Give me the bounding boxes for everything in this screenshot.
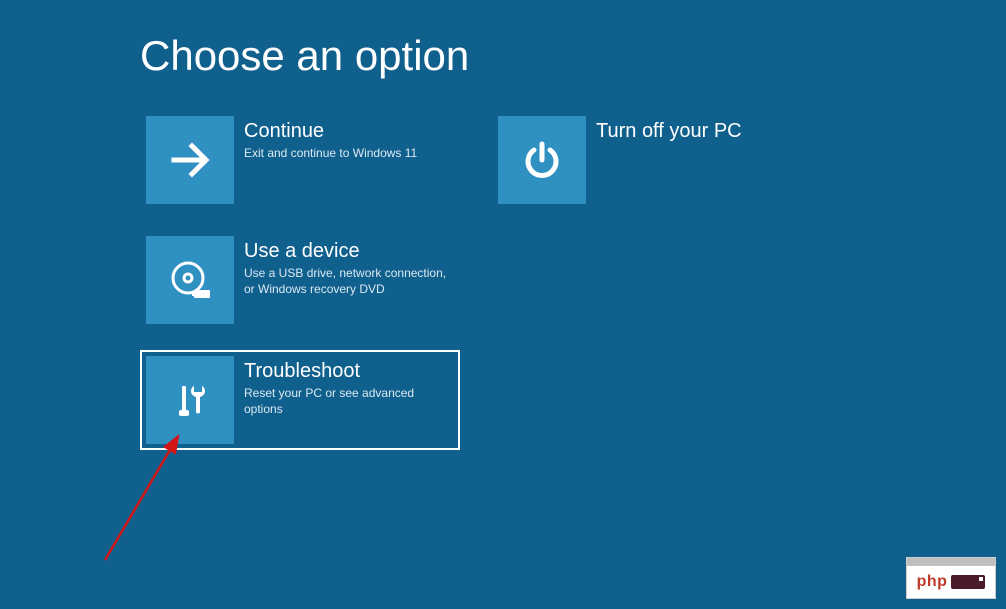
option-description: Reset your PC or see advanced options <box>244 386 454 417</box>
annotation-arrow-icon <box>95 430 215 570</box>
power-icon <box>498 116 586 204</box>
option-text: Turn off your PC <box>586 116 742 146</box>
watermark-pill-icon <box>951 575 985 589</box>
option-text: Use a device Use a USB drive, network co… <box>234 236 454 297</box>
option-text: Troubleshoot Reset your PC or see advanc… <box>234 356 454 417</box>
tools-icon <box>146 356 234 444</box>
watermark-text: php <box>917 573 948 591</box>
option-text: Continue Exit and continue to Windows 11 <box>234 116 417 162</box>
watermark-badge: php <box>906 557 996 599</box>
options-grid: Continue Exit and continue to Windows 11… <box>140 110 1006 450</box>
option-title: Use a device <box>244 240 454 262</box>
option-title: Troubleshoot <box>244 360 454 382</box>
recovery-options-screen: Choose an option Continue Exit and conti… <box>0 0 1006 450</box>
option-turn-off[interactable]: Turn off your PC <box>492 110 812 210</box>
arrow-right-icon <box>146 116 234 204</box>
options-column-right: Turn off your PC <box>492 110 812 450</box>
option-description: Use a USB drive, network connection, or … <box>244 266 454 297</box>
option-title: Continue <box>244 120 417 142</box>
option-title: Turn off your PC <box>596 120 742 142</box>
option-continue[interactable]: Continue Exit and continue to Windows 11 <box>140 110 460 210</box>
disc-usb-icon <box>146 236 234 324</box>
option-description: Exit and continue to Windows 11 <box>244 146 417 162</box>
option-troubleshoot[interactable]: Troubleshoot Reset your PC or see advanc… <box>140 350 460 450</box>
option-use-device[interactable]: Use a device Use a USB drive, network co… <box>140 230 460 330</box>
options-column-left: Continue Exit and continue to Windows 11… <box>140 110 460 450</box>
page-title: Choose an option <box>140 32 1006 80</box>
